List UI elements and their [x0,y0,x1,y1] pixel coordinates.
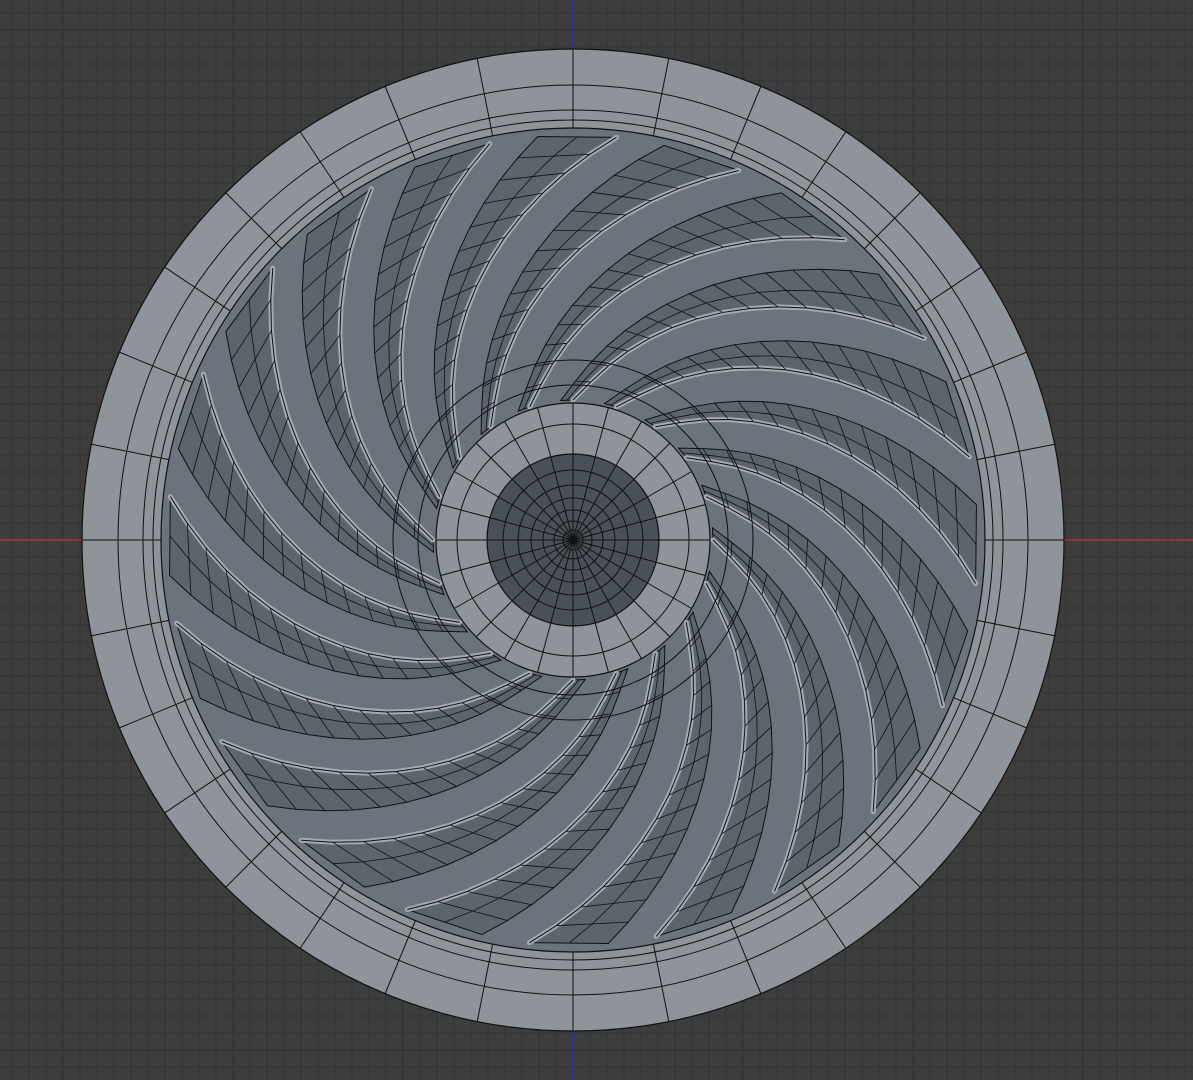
3d-viewport[interactable] [0,0,1193,1080]
turbine-fan-mesh[interactable] [81,48,1065,1032]
viewport-canvas[interactable] [0,0,1193,1080]
origin-point [570,537,576,543]
